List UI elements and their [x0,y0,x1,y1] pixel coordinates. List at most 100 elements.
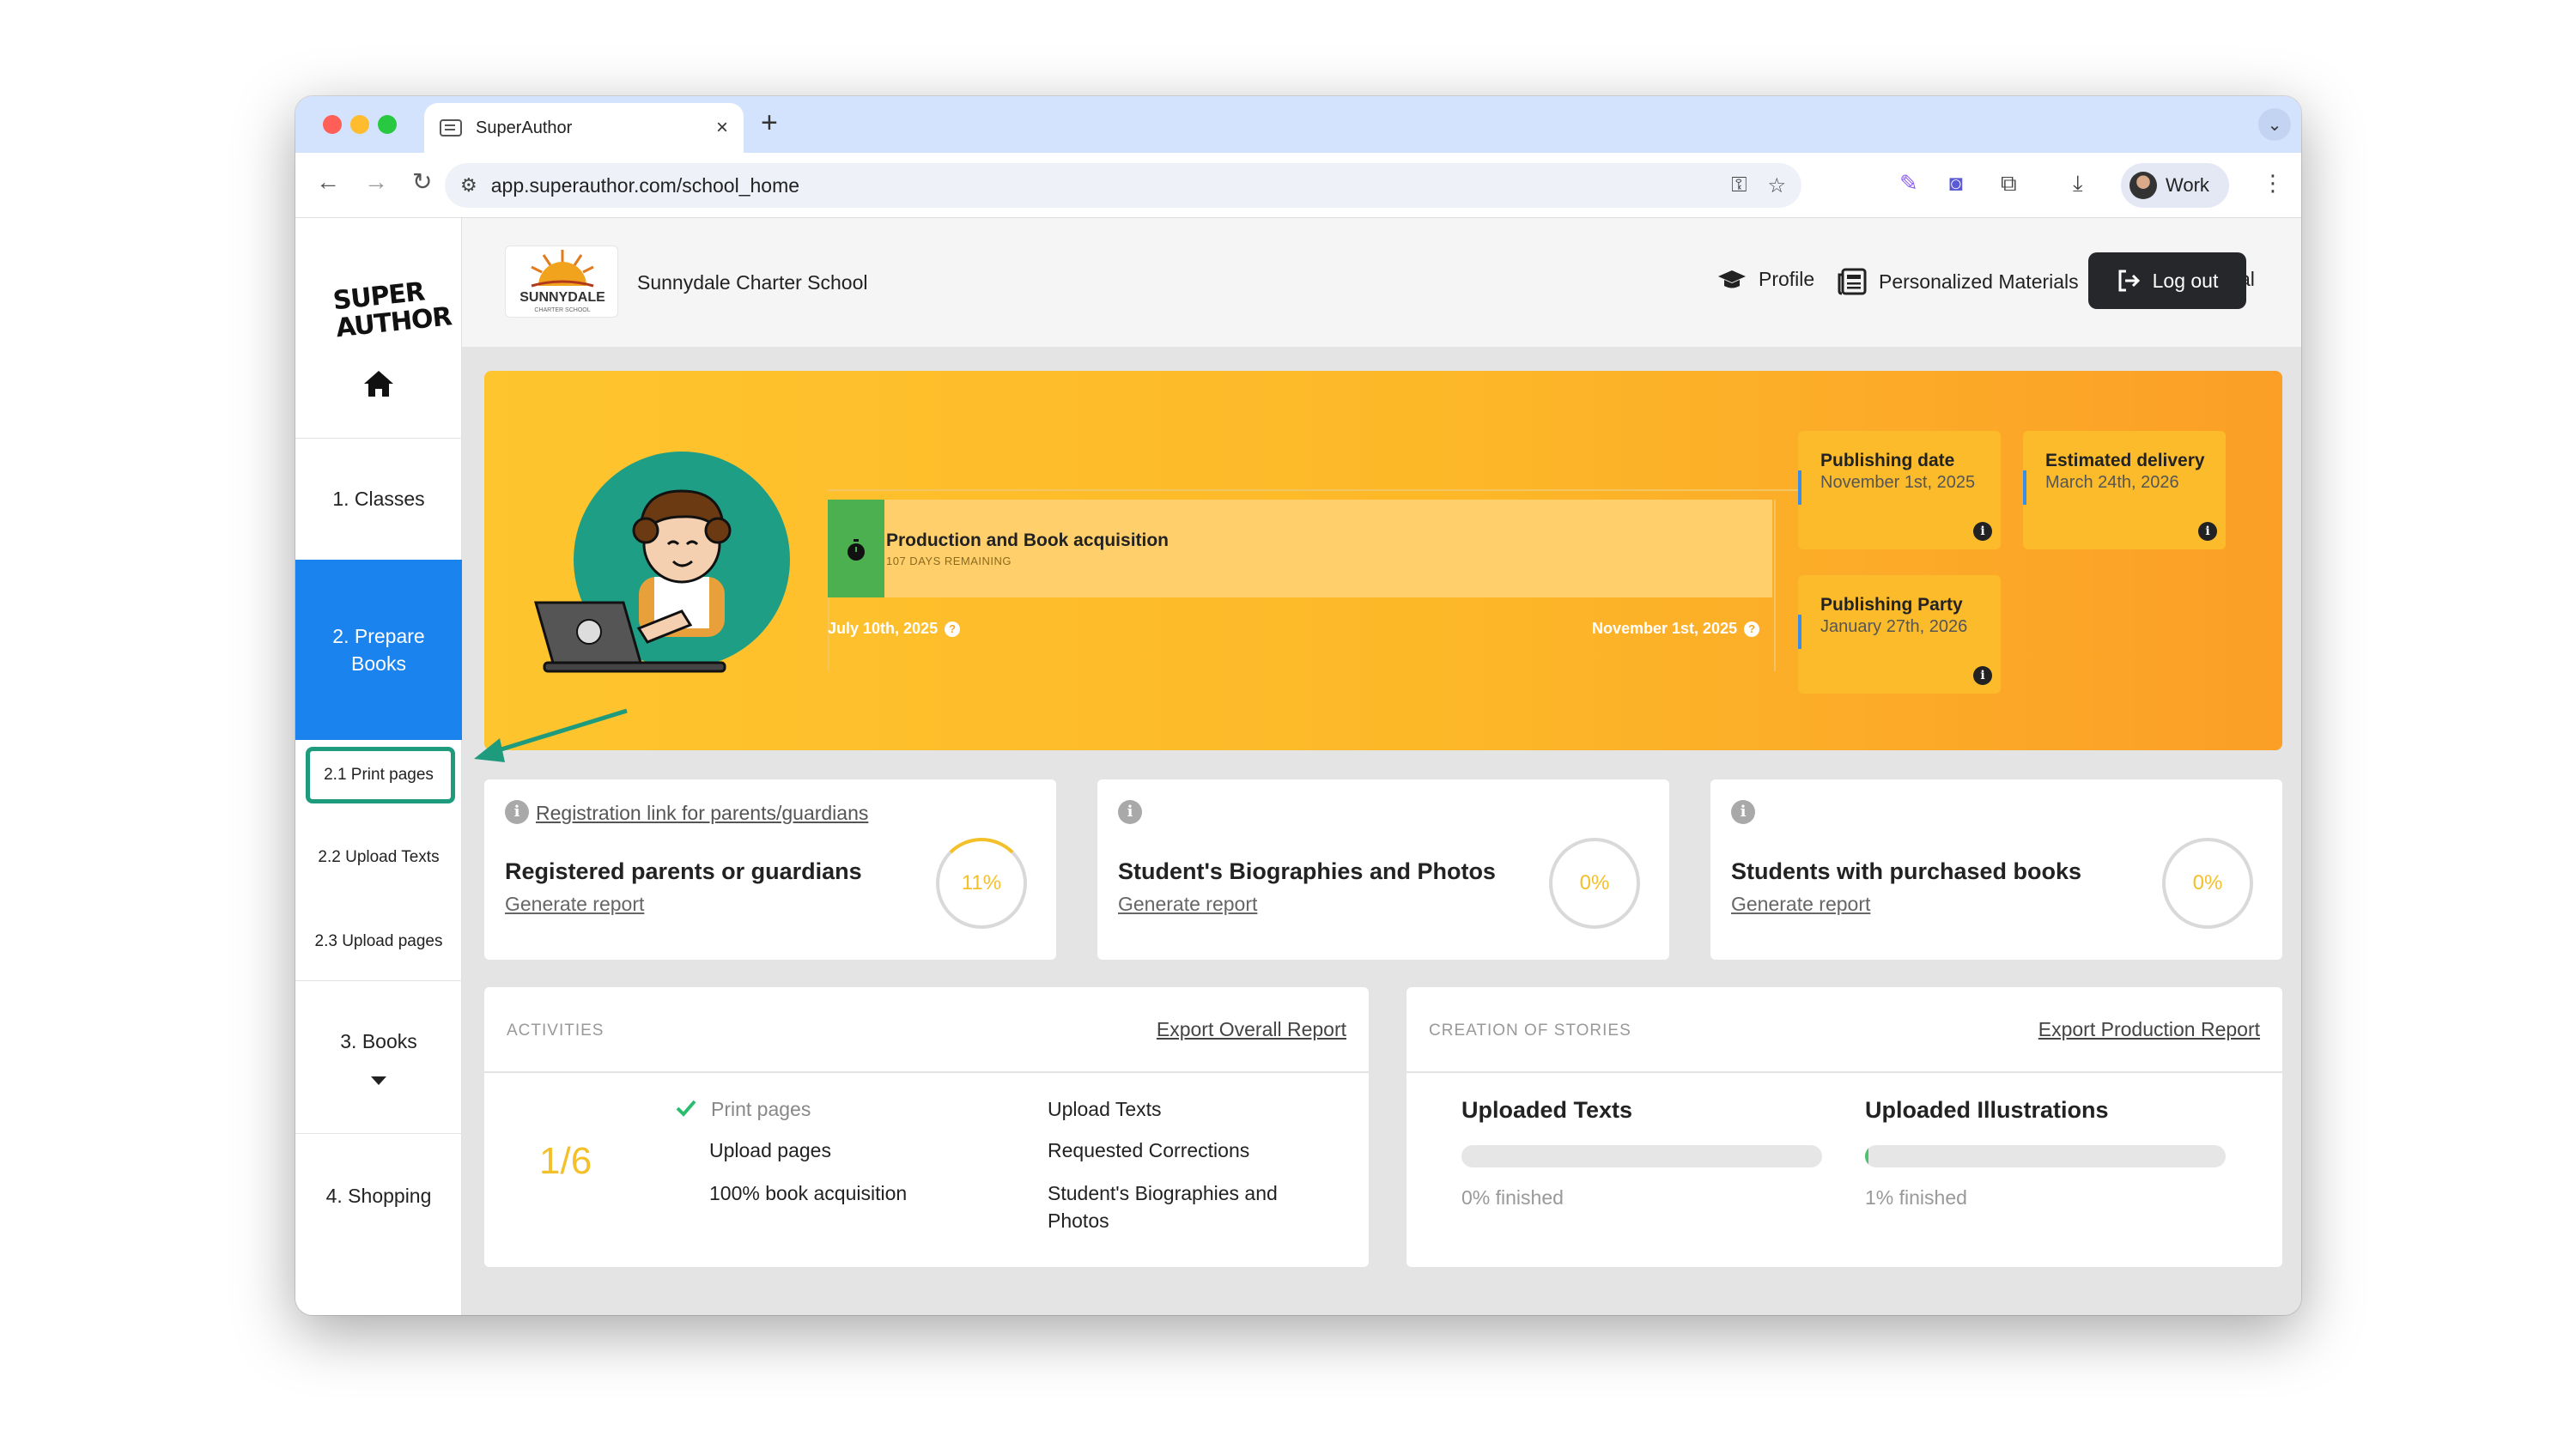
profile-button[interactable]: Work [2121,163,2229,208]
generate-report-link[interactable]: Generate report [1731,893,1870,916]
timeline-title: Production and Book acquisition [886,530,1170,550]
registration-link[interactable]: Registration link for parents/guardians [536,802,868,825]
activity-item: Upload pages [709,1139,831,1161]
forward-arrow-icon[interactable]: → [364,170,388,194]
stopwatch-icon [848,539,865,561]
sidebar-divider [295,980,462,981]
tab-favicon-icon [440,119,462,136]
timeline-end-date: November 1st, 2025 ? [1592,620,1760,638]
generate-report-link[interactable]: Generate report [1118,893,1257,916]
sidebar-item-shopping[interactable]: 4. Shopping [295,1185,462,1208]
export-overall-report-link[interactable]: Export Overall Report [1157,1018,1346,1041]
back-arrow-icon[interactable]: ← [316,170,340,194]
tab-search-chevron-icon[interactable]: ⌄ [2258,108,2291,141]
tab-close-icon[interactable]: × [716,118,728,138]
pen-extension-icon[interactable]: ✎ [1899,172,1918,194]
sidebar-divider [295,1133,462,1134]
sidebar-subitem-print-pages[interactable]: 2.1 Print pages [295,766,462,785]
stat-percentage: 0% [2162,838,2253,929]
bookmark-star-icon[interactable]: ☆ [1767,173,1786,198]
sidebar-subitem-upload-texts[interactable]: 2.2 Upload Texts [295,848,462,867]
address-bar[interactable]: ⚙ app.superauthor.com/school_home ⚿ ☆ [445,163,1801,208]
biographies-card: i Student's Biographies and Photos Gener… [1097,779,1669,960]
stat-title: Students with purchased books [1731,858,2082,884]
purchased-books-card: i Students with purchased books Generate… [1710,779,2282,960]
page-header: SUNNYDALE CHARTER SCHOOL Sunnydale Chart… [462,218,2301,347]
tab-superauthor[interactable]: SuperAuthor × [424,103,744,153]
uploaded-illustrations-fill [1865,1145,1869,1167]
graduation-cap-icon [1718,270,1746,288]
download-icon[interactable]: ⤓ [2073,172,2083,194]
tab-strip: SuperAuthor × + ⌄ [295,96,2301,153]
site-info-icon[interactable]: ⚙ [460,174,477,197]
publishing-date-card: Publishing date November 1st, 2025 i [1798,431,2001,549]
help-icon[interactable]: ? [945,621,961,637]
timeline-start-date: July 10th, 2025 ? [828,620,961,638]
timeline-end-date-text: November 1st, 2025 [1592,620,1738,637]
nav-profile[interactable]: Profile [1717,268,1814,291]
timeline-track [828,489,1807,491]
home-icon[interactable] [362,369,395,398]
registered-parents-card: i Registration link for parents/guardian… [484,779,1056,960]
chevron-down-icon[interactable] [371,1076,386,1085]
activities-card: ACTIVITIES Export Overall Report 1/6 Pri… [484,987,1369,1267]
sidebar-subitem-upload-pages[interactable]: 2.3 Upload pages [295,932,462,951]
uploaded-texts-title: Uploaded Texts [1461,1097,1633,1123]
school-name: Sunnydale Charter School [637,271,868,294]
card-title: Publishing date [1820,451,1955,470]
activities-header: ACTIVITIES Export Overall Report [484,987,1369,1073]
url-text[interactable]: app.superauthor.com/school_home [491,174,1710,197]
card-value: March 24th, 2026 [2045,473,2179,492]
extension-app-icon[interactable]: ◙ [1949,172,1963,194]
card-value: November 1st, 2025 [1820,473,1976,492]
maximize-window-button[interactable] [378,115,397,134]
nav-personalized-materials[interactable]: Personalized Materials [1838,268,2079,295]
close-window-button[interactable] [323,115,342,134]
timeline-banner: Production and Book acquisition 107 DAYS… [484,371,2282,750]
uploaded-illustrations-title: Uploaded Illustrations [1865,1097,2109,1123]
new-tab-button[interactable]: + [761,106,778,140]
help-icon[interactable]: ? [1744,621,1760,637]
stories-label: CREATION OF STORIES [1429,1022,1631,1040]
card-title: Publishing Party [1820,595,1963,615]
school-logo-text: SUNNYDALE [519,290,605,305]
uploaded-illustrations-caption: 1% finished [1865,1186,1967,1209]
sidebar-divider [295,438,462,439]
stories-header: CREATION OF STORIES Export Production Re… [1406,987,2282,1073]
info-icon[interactable]: i [1973,666,1992,685]
activities-label: ACTIVITIES [507,1022,605,1040]
activity-item: Upload Texts [1048,1098,1162,1120]
sidebar-item-classes[interactable]: 1. Classes [295,488,462,511]
school-logo: SUNNYDALE CHARTER SCHOOL [505,246,618,318]
info-icon[interactable]: i [1973,522,1992,541]
sidebar: SUPER AUTHOR 1. Classes 2. Prepare Books… [295,218,462,1315]
avatar [2129,172,2157,199]
uploaded-illustrations-progress [1865,1145,2226,1167]
export-production-report-link[interactable]: Export Production Report [2038,1018,2260,1041]
reload-icon[interactable]: ↻ [412,170,432,194]
sidebar-item-prepare-books[interactable]: 2. Prepare Books [295,560,462,740]
school-logo-subtext: CHARTER SCHOOL [534,307,590,313]
superauthor-logo[interactable]: SUPER AUTHOR [331,277,453,351]
info-icon[interactable]: i [1118,800,1142,824]
activities-fraction: 1/6 [539,1140,592,1182]
stat-title: Student's Biographies and Photos [1118,858,1496,884]
card-title: Estimated delivery [2045,451,2205,470]
extensions-puzzle-icon[interactable]: ⧉ [2001,172,2017,194]
info-icon[interactable]: i [2198,522,2217,541]
kebab-menu-icon[interactable]: ⋮ [2262,172,2284,194]
sidebar-item-books[interactable]: 3. Books [295,1030,462,1053]
password-key-icon[interactable]: ⚿ [1731,173,1747,197]
info-icon[interactable]: i [1731,800,1755,824]
generate-report-link[interactable]: Generate report [505,893,644,916]
activity-item: 100% book acquisition [709,1182,908,1204]
uploaded-texts-progress [1461,1145,1822,1167]
profile-label: Work [2166,174,2209,196]
timeline-end-marker [1774,500,1776,671]
author-illustration [534,452,790,673]
info-icon[interactable]: i [505,800,529,824]
timeline-start-date-text: July 10th, 2025 [828,620,939,637]
logout-button[interactable]: Log out [2088,252,2246,309]
publishing-party-card: Publishing Party January 27th, 2026 i [1798,575,2001,694]
minimize-window-button[interactable] [350,115,369,134]
